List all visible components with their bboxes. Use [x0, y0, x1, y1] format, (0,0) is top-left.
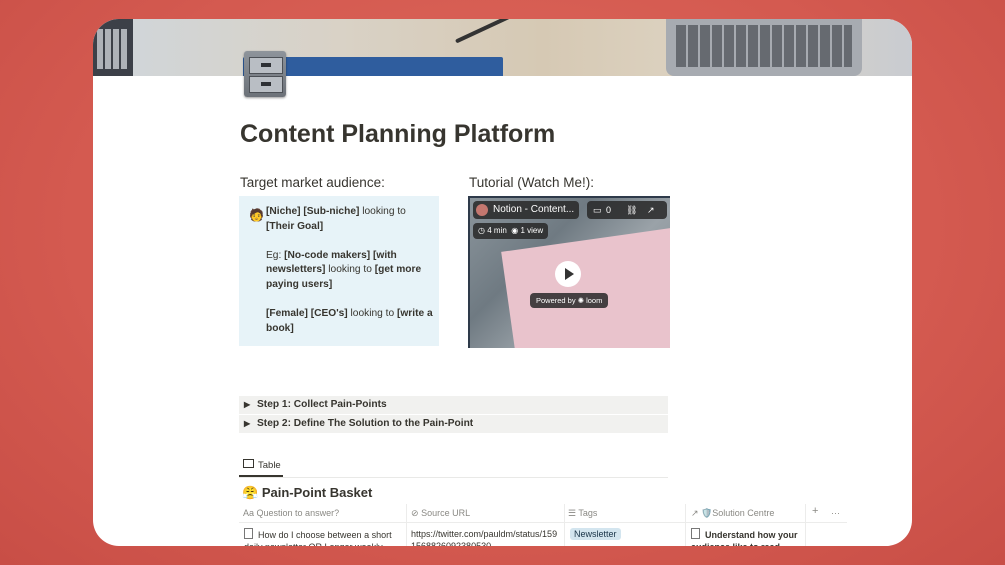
more-options-button[interactable]: ···: [831, 508, 840, 518]
comment-icon[interactable]: ▭: [593, 201, 602, 219]
page-icon: [244, 528, 253, 539]
column-header-solution-centre[interactable]: ↗ 🛡️Solution Centre: [691, 508, 774, 519]
tab-label: Table: [258, 460, 281, 471]
callout-text: [Niche] [Sub-niche] looking to [Their Go…: [266, 205, 434, 351]
callout-ex2-niche: [Female] [CEO's]: [266, 307, 348, 319]
database-title[interactable]: 😤 Pain-Point Basket: [242, 485, 372, 501]
column-label: Question to answer?: [256, 508, 340, 518]
cover-image[interactable]: [93, 19, 912, 76]
column-header-source-url[interactable]: ⊘ Source URL: [411, 508, 470, 519]
avatar: [476, 204, 488, 216]
relation-icon: ↗: [691, 508, 699, 518]
toggle-triangle-icon[interactable]: ▶: [244, 415, 250, 433]
column-divider: [564, 504, 565, 546]
callout-niche: [Niche] [Sub-niche]: [266, 206, 360, 217]
cell-solution[interactable]: Understand how your audience like to rea…: [691, 528, 803, 546]
url-icon: ⊘: [411, 508, 419, 518]
loom-logo-icon: ✺: [577, 296, 584, 305]
video-title: Notion - Content...: [493, 204, 575, 215]
database-title-text: Pain-Point Basket: [261, 485, 373, 500]
toggle-label: Step 1: Collect Pain-Points: [257, 399, 387, 410]
toggle-step-2[interactable]: ▶ Step 2: Define The Solution to the Pai…: [239, 415, 668, 433]
callout-eg: Eg:: [266, 249, 285, 261]
toggle-step-1[interactable]: ▶ Step 1: Collect Pain-Points: [239, 396, 668, 414]
header-divider: [239, 522, 847, 523]
cell-solution-text[interactable]: Understand how your audience like to rea…: [691, 530, 798, 546]
comment-count: 0: [606, 205, 612, 215]
callout-ex2-connector: looking to: [347, 307, 397, 319]
column-label: Solution Centre: [712, 508, 775, 518]
table-row[interactable]: How do I choose between a short daily ne…: [244, 528, 402, 546]
play-button[interactable]: [555, 261, 581, 287]
audience-callout[interactable]: 🧑 [Niche] [Sub-niche] looking to [Their …: [239, 196, 439, 346]
column-header-tags[interactable]: ☰ Tags: [568, 508, 597, 519]
app-window: Content Planning Platform Target market …: [93, 19, 912, 546]
video-frame-content: [501, 225, 670, 348]
column-divider: [406, 504, 407, 546]
column-header-question[interactable]: Aa Question to answer?: [243, 508, 339, 518]
video-title-bar[interactable]: Notion - Content...: [473, 201, 580, 219]
link-icon[interactable]: ⛓: [626, 201, 637, 219]
loom-video-embed[interactable]: Notion - Content... ▭ 0 ⛓ ↗ ◷ 4 min ◉ 1 …: [468, 196, 670, 348]
eye-icon: ◉: [511, 226, 519, 235]
cell-source-url[interactable]: https://twitter.com/pauldm/status/159156…: [411, 528, 559, 546]
powered-by-text: Powered by: [536, 296, 576, 305]
toggle-label: Step 2: Define The Solution to the Pain-…: [257, 418, 474, 429]
cover-cable: [454, 19, 512, 44]
column-divider: [685, 504, 686, 546]
filing-cabinet-icon[interactable]: [244, 51, 286, 97]
toggle-triangle-icon[interactable]: ▶: [244, 396, 250, 414]
cover-keyboard: [666, 19, 862, 76]
column-label: Source URL: [421, 508, 471, 518]
video-duration: 4 min: [487, 226, 507, 235]
audience-heading[interactable]: Target market audience:: [240, 175, 385, 190]
divider: [239, 477, 668, 478]
tutorial-heading[interactable]: Tutorial (Watch Me!):: [469, 175, 594, 190]
angry-face-icon: 😤: [242, 485, 259, 500]
open-external-icon[interactable]: ↗: [647, 201, 655, 219]
tab-table[interactable]: Table: [243, 459, 281, 471]
video-views: 1 view: [520, 226, 544, 235]
person-emoji-icon: 🧑: [249, 208, 264, 222]
tag-newsletter[interactable]: Newsletter: [570, 528, 621, 540]
video-actions: ▭ 0 ⛓ ↗: [587, 201, 667, 219]
table-icon: [243, 459, 254, 468]
cell-question[interactable]: How do I choose between a short daily ne…: [244, 530, 392, 546]
shield-icon: 🛡️: [701, 508, 713, 518]
page-title[interactable]: Content Planning Platform: [240, 120, 555, 149]
callout-connector: looking to: [359, 206, 406, 217]
cabinet-drawer-bottom: [249, 76, 283, 93]
cover-laptop-left: [93, 19, 133, 76]
page-icon: [691, 528, 700, 539]
loom-brand: loom: [586, 296, 603, 305]
callout-goal: [Their Goal]: [266, 220, 324, 232]
list-icon: ☰: [568, 508, 577, 518]
column-divider: [805, 504, 806, 546]
powered-by-badge[interactable]: Powered by ✺ loom: [530, 293, 609, 308]
clock-icon: ◷: [478, 226, 485, 235]
column-label: Tags: [578, 508, 598, 518]
callout-eg-connector: looking to: [325, 264, 375, 276]
video-meta: ◷ 4 min ◉ 1 view: [473, 223, 549, 239]
text-icon: Aa: [243, 508, 255, 518]
cabinet-drawer-top: [249, 57, 283, 74]
add-column-button[interactable]: +: [812, 505, 818, 517]
